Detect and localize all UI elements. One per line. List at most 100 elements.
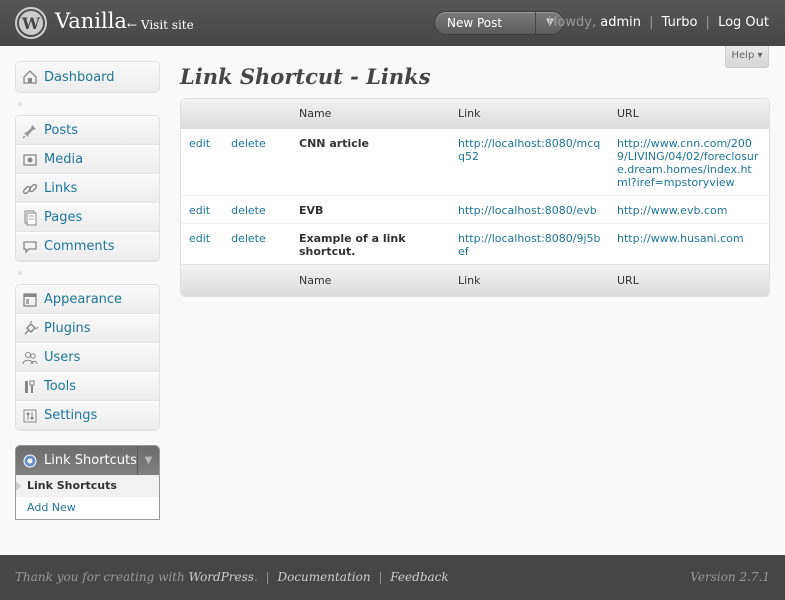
- url-cell: http://www.cnn.com/2009/LIVING/04/02/for…: [609, 129, 769, 195]
- name-cell: EVB: [291, 195, 450, 223]
- menu-label: Posts: [44, 123, 78, 138]
- gear-icon: [16, 453, 44, 469]
- column-footer-name[interactable]: Name: [291, 264, 450, 296]
- menu-item-pages[interactable]: Pages: [16, 203, 159, 232]
- edit-link[interactable]: edit: [189, 137, 210, 150]
- menu-item-media[interactable]: Media: [16, 145, 159, 174]
- menu-label: Link Shortcuts: [44, 453, 137, 468]
- separator: |: [378, 570, 383, 584]
- separator: |: [649, 15, 654, 30]
- table-row: edit delete CNN article http://localhost…: [181, 129, 769, 195]
- dashboard-icon: [16, 69, 44, 85]
- separator: |: [265, 570, 270, 584]
- menu-item-links[interactable]: Links: [16, 174, 159, 203]
- help-button[interactable]: Help ▾: [725, 46, 769, 68]
- pages-icon: [16, 210, 44, 226]
- turbo-link[interactable]: Turbo: [662, 15, 698, 30]
- table-row: edit delete Example of a link shortcut. …: [181, 223, 769, 264]
- menu-label: Dashboard: [44, 69, 115, 85]
- table-header-row: Name Link URL: [181, 99, 769, 129]
- plugins-icon: [16, 320, 44, 337]
- favorite-actions-dropdown[interactable]: New Post ▼: [434, 11, 564, 35]
- link-cell: http://localhost:8080/mcqq52: [450, 129, 609, 195]
- column-header-link[interactable]: Link: [450, 99, 609, 129]
- column-footer-link[interactable]: Link: [450, 264, 609, 296]
- column-footer-url[interactable]: URL: [609, 264, 769, 296]
- visit-site-link[interactable]: ← Visit site: [127, 18, 194, 32]
- feedback-link[interactable]: Feedback: [390, 570, 448, 584]
- menu-label: Appearance: [44, 292, 123, 307]
- site-title: Vanilla: [55, 9, 127, 33]
- page-title: Link Shortcut - Links: [180, 64, 431, 89]
- edit-link[interactable]: edit: [189, 204, 210, 217]
- wordpress-logo-icon[interactable]: W: [15, 7, 47, 39]
- username-link[interactable]: admin: [600, 15, 641, 30]
- url-link[interactable]: http://www.evb.com: [617, 204, 727, 217]
- column-header-name[interactable]: Name: [291, 99, 450, 129]
- menu-label: Media: [44, 152, 84, 167]
- menu-item-posts[interactable]: Posts: [16, 116, 159, 145]
- menu-item-plugins[interactable]: Plugins: [16, 314, 159, 343]
- url-cell: http://www.evb.com: [609, 195, 769, 223]
- menu-item-tools[interactable]: Tools: [16, 372, 159, 401]
- media-icon: [16, 152, 44, 168]
- shortcut-link[interactable]: http://localhost:8080/9j5bef: [458, 232, 601, 258]
- table-row: edit delete EVB http://localhost:8080/ev…: [181, 195, 769, 223]
- name-cell: Example of a link shortcut.: [291, 223, 450, 264]
- column-header-url[interactable]: URL: [609, 99, 769, 129]
- documentation-link[interactable]: Documentation: [277, 570, 370, 584]
- chevron-down-icon[interactable]: ▼: [137, 446, 159, 475]
- submenu-item-link-shortcuts[interactable]: Link Shortcuts: [16, 475, 159, 497]
- howdy-text: Howdy,: [547, 15, 597, 30]
- menu-item-settings[interactable]: Settings: [16, 401, 159, 430]
- admin-menu: Dashboard « Posts Media Links Pages Comm…: [15, 61, 160, 520]
- delete-link[interactable]: delete: [231, 204, 266, 217]
- menu-item-dashboard[interactable]: Dashboard: [16, 62, 159, 92]
- shortcut-link[interactable]: http://localhost:8080/mcqq52: [458, 137, 600, 163]
- menu-group-content: Posts Media Links Pages Comments: [15, 115, 160, 262]
- menu-label: Comments: [44, 239, 115, 254]
- footer-credits: Thank you for creating with WordPress. |…: [15, 570, 449, 584]
- menu-separator[interactable]: «: [15, 262, 160, 284]
- collapse-arrow-icon[interactable]: «: [17, 268, 23, 279]
- settings-icon: [16, 408, 44, 424]
- table-footer-row: Name Link URL: [181, 264, 769, 296]
- link-icon: [16, 181, 44, 197]
- shortcut-link[interactable]: http://localhost:8080/evb: [458, 204, 597, 217]
- delete-link[interactable]: delete: [231, 232, 266, 245]
- wordpress-link[interactable]: WordPress: [189, 570, 254, 584]
- footer: Thank you for creating with WordPress. |…: [0, 555, 785, 600]
- name-cell: CNN article: [299, 137, 369, 150]
- menu-label: Plugins: [44, 321, 91, 336]
- menu-group-dashboard: Dashboard: [15, 61, 160, 93]
- menu-label: Links: [44, 181, 78, 196]
- footer-thanks: Thank you for creating with: [15, 570, 185, 584]
- admin-header: W Vanilla ← Visit site New Post ▼ Howdy,…: [0, 0, 785, 46]
- submenu-item-add-new[interactable]: Add New: [16, 497, 159, 519]
- delete-link[interactable]: delete: [231, 137, 266, 150]
- links-table: Name Link URL edit delete CNN article ht…: [180, 98, 770, 297]
- menu-label: Users: [44, 350, 81, 365]
- user-info: Howdy, admin | Turbo | Log Out: [548, 15, 769, 30]
- edit-link[interactable]: edit: [189, 232, 210, 245]
- logout-link[interactable]: Log Out: [718, 15, 769, 30]
- version-text: Version 2.7.1: [690, 570, 770, 584]
- comments-icon: [16, 239, 44, 255]
- link-cell: http://localhost:8080/9j5bef: [450, 223, 609, 264]
- menu-group-admin: Appearance Plugins Users Tools Settings: [15, 284, 160, 431]
- new-post-button[interactable]: New Post: [447, 16, 502, 30]
- url-link[interactable]: http://www.cnn.com/2009/LIVING/04/02/for…: [617, 137, 758, 189]
- collapse-arrow-icon[interactable]: «: [17, 99, 23, 110]
- menu-item-users[interactable]: Users: [16, 343, 159, 372]
- menu-item-appearance[interactable]: Appearance: [16, 285, 159, 314]
- menu-item-comments[interactable]: Comments: [16, 232, 159, 261]
- menu-item-link-shortcuts[interactable]: Link Shortcuts ▼: [16, 446, 159, 475]
- actions-cell: edit delete: [181, 223, 291, 264]
- separator: |: [705, 15, 710, 30]
- appearance-icon: [16, 292, 44, 308]
- url-link[interactable]: http://www.husani.com: [617, 232, 744, 245]
- actions-cell: edit delete: [181, 129, 291, 195]
- menu-group-link-shortcuts: Link Shortcuts ▼ Link Shortcuts Add New: [15, 445, 160, 520]
- svg-text:W: W: [21, 14, 41, 33]
- menu-separator[interactable]: «: [15, 93, 160, 115]
